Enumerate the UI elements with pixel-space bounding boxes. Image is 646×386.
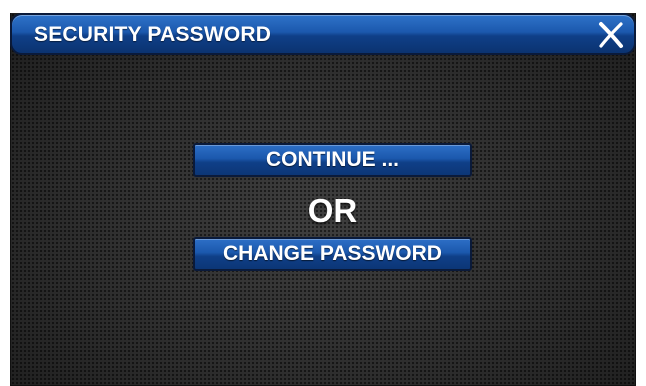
close-button[interactable] [596, 20, 626, 50]
continue-button[interactable]: CONTINUE ... [193, 143, 472, 177]
dialog-title: SECURITY PASSWORD [34, 23, 272, 46]
close-x-icon [599, 22, 623, 48]
or-separator: OR [307, 192, 358, 229]
change-password-button[interactable]: CHANGE PASSWORD [193, 237, 472, 271]
title-bar: SECURITY PASSWORD [10, 13, 636, 55]
